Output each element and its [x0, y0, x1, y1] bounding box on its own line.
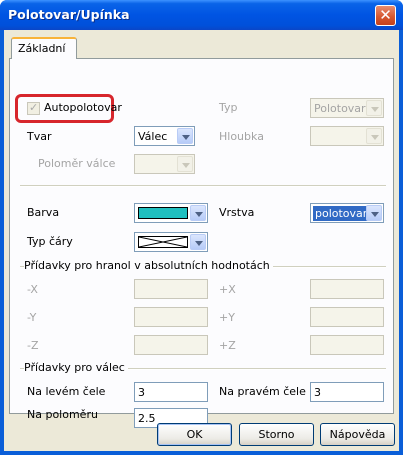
vrstva-select[interactable]: polotovar: [310, 203, 384, 223]
barva-label: Barva: [27, 206, 60, 219]
autopolotovar-checkbox[interactable]: ✓: [27, 101, 40, 115]
plus-z-input[interactable]: [310, 335, 384, 355]
hloubka-label: Hloubka: [219, 130, 264, 143]
typ-cary-label: Typ čáry: [27, 235, 73, 248]
pravem-cele-label: Na pravém čele: [219, 385, 306, 398]
pravem-cele-input[interactable]: 3: [310, 382, 384, 402]
polomer-valce-label: Poloměr válce: [38, 157, 116, 170]
levem-cele-label: Na levém čele: [27, 385, 106, 398]
chevron-down-icon: [366, 205, 382, 221]
tvar-value: Válec: [138, 130, 168, 143]
pravem-cele-value: 3: [314, 386, 321, 399]
close-icon: ✕: [379, 6, 392, 24]
storno-button[interactable]: Storno: [239, 423, 314, 446]
minus-z-input[interactable]: [134, 335, 208, 355]
typ-cary-select[interactable]: [134, 232, 208, 252]
levem-cele-input[interactable]: 3: [134, 382, 208, 402]
polomeru-value: 2.5: [138, 412, 156, 425]
chevron-down-icon: [366, 100, 382, 116]
napoveda-button[interactable]: Nápověda: [320, 423, 395, 446]
polomeru-label: Na poloměru: [27, 408, 98, 421]
autopolotovar-label: Autopolotovar: [44, 101, 122, 114]
levem-cele-value: 3: [138, 386, 145, 399]
minus-z-label: -Z: [27, 339, 39, 352]
hloubka-select[interactable]: [310, 126, 384, 146]
tab-panel: ✓ Autopolotovar Typ Polotovar Tvar Válec…: [9, 58, 394, 428]
plus-x-input[interactable]: [310, 279, 384, 299]
chevron-down-icon: [190, 205, 206, 221]
barva-select[interactable]: [134, 203, 208, 223]
tab-zakladni[interactable]: Základní: [11, 37, 77, 59]
hranol-group-label: Přídavky pro hranol v absolutních hodnot…: [24, 259, 273, 272]
minus-x-input[interactable]: [134, 279, 208, 299]
chevron-down-icon: [366, 128, 382, 144]
typ-value: Polotovar: [314, 102, 366, 115]
chevron-down-icon: [177, 128, 193, 144]
minus-y-input[interactable]: [134, 307, 208, 327]
line-type-preview-icon: [138, 236, 188, 248]
plus-x-label: +X: [219, 283, 236, 296]
title-bar[interactable]: Polotovar/Upínka ✕: [0, 0, 403, 30]
vrstva-label: Vrstva: [219, 206, 255, 219]
window-title: Polotovar/Upínka: [8, 7, 130, 22]
vrstva-value: polotovar: [313, 206, 370, 221]
close-button[interactable]: ✕: [375, 5, 396, 26]
tvar-label: Tvar: [27, 130, 52, 143]
color-swatch: [138, 207, 188, 219]
minus-y-label: -Y: [27, 311, 37, 324]
chevron-down-icon: [190, 234, 206, 250]
tab-label: Základní: [18, 42, 66, 55]
polomer-valce-select[interactable]: [134, 154, 195, 174]
chevron-down-icon: [177, 156, 193, 172]
dialog-window: Polotovar/Upínka ✕ Základní ✓ Autopoloto…: [0, 0, 403, 455]
tvar-select[interactable]: Válec: [134, 126, 195, 146]
check-icon: ✓: [29, 101, 39, 114]
plus-z-label: +Z: [219, 339, 236, 352]
separator: [20, 185, 386, 187]
minus-x-label: -X: [27, 283, 38, 296]
typ-label: Typ: [219, 101, 238, 114]
plus-y-input[interactable]: [310, 307, 384, 327]
typ-select[interactable]: Polotovar: [310, 98, 384, 118]
plus-y-label: +Y: [219, 311, 235, 324]
dialog-client-area: Základní ✓ Autopolotovar Typ Polotovar T…: [4, 30, 399, 451]
ok-button[interactable]: OK: [157, 423, 232, 446]
valec-group-label: Přídavky pro válec: [24, 361, 128, 374]
